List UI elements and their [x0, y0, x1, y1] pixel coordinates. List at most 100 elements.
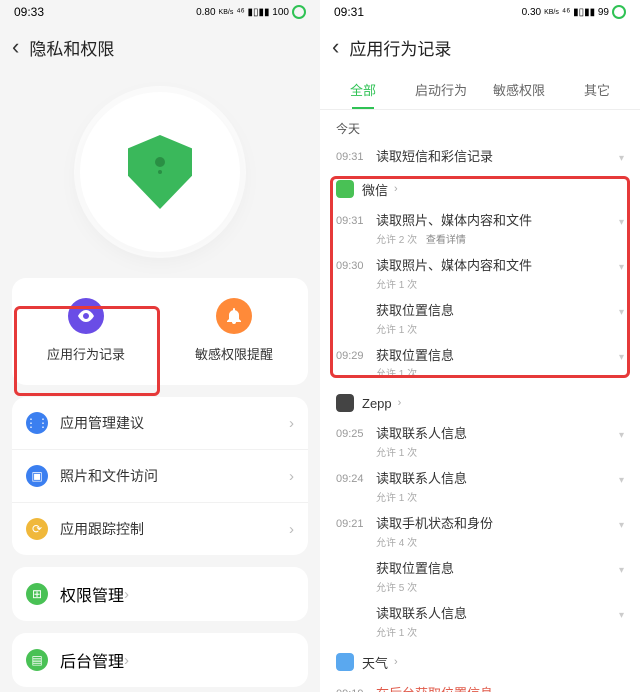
log-time: 09:29 — [336, 348, 376, 362]
section-today: 今天 — [320, 110, 640, 143]
log-time — [336, 561, 376, 563]
row-permission-mgmt[interactable]: ⊞ 权限管理 › — [12, 567, 308, 621]
log-entry[interactable]: 获取位置信息 允许 1 次 ▾ — [320, 297, 640, 342]
log-entry[interactable]: 获取位置信息 允许 5 次 ▾ — [320, 555, 640, 600]
log-list[interactable]: 今天09:31 读取短信和彩信记录 ▾ 微信 ›09:31 读取照片、媒体内容和… — [320, 110, 640, 692]
log-time: 09:21 — [336, 516, 376, 530]
row-app-tracking[interactable]: ⟳ 应用跟踪控制 › — [12, 502, 308, 555]
log-sub: 允许 1 次 — [376, 444, 619, 459]
bell-icon — [216, 298, 252, 334]
log-time — [336, 303, 376, 305]
log-sub: 允许 1 次 — [376, 624, 619, 639]
clock: 09:33 — [14, 5, 44, 19]
log-title: 读取手机状态和身份 — [376, 516, 619, 533]
log-title: 在后台获取位置信息 — [376, 686, 619, 692]
chevron-down-icon: ▾ — [619, 303, 624, 318]
chevron-down-icon: ▾ — [619, 471, 624, 486]
log-title: 读取照片、媒体内容和文件 — [376, 213, 619, 230]
log-entry[interactable]: 09:21 读取手机状态和身份 允许 4 次 ▾ — [320, 510, 640, 555]
chevron-right-icon: › — [124, 586, 129, 603]
tab-launch[interactable]: 启动行为 — [402, 70, 480, 109]
page-title: 隐私和权限 — [29, 35, 114, 60]
chevron-right-icon: › — [289, 521, 294, 538]
log-title: 获取位置信息 — [376, 561, 619, 578]
grid-icon: ⊞ — [26, 583, 48, 605]
log-sub: 允许 2 次 查看详情 — [376, 231, 619, 246]
app-icon — [336, 180, 354, 198]
sensitive-permission-alert[interactable]: 敏感权限提醒 — [160, 298, 308, 363]
log-time — [336, 606, 376, 608]
log-entry[interactable]: 09:19 在后台获取位置信息 ▾ — [320, 680, 640, 692]
row-background-mgmt[interactable]: ▤ 后台管理 › — [12, 633, 308, 687]
log-title: 获取位置信息 — [376, 303, 619, 320]
app-icon — [336, 394, 354, 412]
log-sub: 允许 1 次 — [376, 276, 619, 291]
chevron-down-icon: ▾ — [619, 348, 624, 363]
tab-bar: 全部 启动行为 敏感权限 其它 — [320, 70, 640, 110]
app-group-header[interactable]: Zepp › — [320, 386, 640, 420]
log-entry[interactable]: 09:24 读取联系人信息 允许 1 次 ▾ — [320, 465, 640, 510]
log-entry[interactable]: 09:31 读取短信和彩信记录 ▾ — [320, 143, 640, 172]
page-header: ‹ 隐私和权限 — [0, 24, 320, 70]
layers-icon: ▤ — [26, 649, 48, 671]
log-time: 09:31 — [336, 213, 376, 227]
chevron-right-icon: › — [398, 397, 402, 409]
battery-ring-icon — [292, 5, 306, 19]
app-name: 微信 — [362, 180, 388, 199]
battery-ring-icon — [612, 5, 626, 19]
log-title: 读取短信和彩信记录 — [376, 149, 619, 166]
chevron-down-icon: ▾ — [619, 426, 624, 441]
chevron-down-icon: ▾ — [619, 606, 624, 621]
chevron-right-icon: › — [289, 468, 294, 485]
log-sub: 允许 1 次 — [376, 365, 619, 380]
page-title: 应用行为记录 — [349, 35, 451, 60]
log-entry[interactable]: 09:25 读取联系人信息 允许 1 次 ▾ — [320, 420, 640, 465]
log-title: 读取联系人信息 — [376, 606, 619, 623]
tab-sensitive[interactable]: 敏感权限 — [480, 70, 558, 109]
image-icon: ▣ — [26, 465, 48, 487]
chevron-right-icon: › — [289, 415, 294, 432]
log-time: 09:24 — [336, 471, 376, 485]
app-behavior-record[interactable]: 应用行为记录 — [12, 298, 160, 363]
tab-all[interactable]: 全部 — [324, 70, 402, 109]
log-entry[interactable]: 09:30 读取照片、媒体内容和文件 允许 1 次 ▾ — [320, 252, 640, 297]
app-name: Zepp — [362, 396, 392, 411]
app-name: 天气 — [362, 653, 388, 672]
log-sub: 允许 4 次 — [376, 534, 619, 549]
log-time: 09:25 — [336, 426, 376, 440]
chevron-down-icon: ▾ — [619, 213, 624, 228]
back-icon[interactable]: ‹ — [12, 34, 19, 60]
status-bar: 09:33 0.80 KB/s ⁴⁶ ▮▯▮▮ 100 — [0, 0, 320, 24]
app-group-header[interactable]: 微信 › — [320, 172, 640, 207]
log-entry[interactable]: 09:31 读取照片、媒体内容和文件 允许 2 次 查看详情 ▾ — [320, 207, 640, 252]
log-title: 获取位置信息 — [376, 348, 619, 365]
log-entry[interactable]: 读取联系人信息 允许 1 次 ▾ — [320, 600, 640, 645]
log-title: 读取联系人信息 — [376, 426, 619, 443]
back-icon[interactable]: ‹ — [332, 34, 339, 60]
chevron-right-icon: › — [394, 183, 398, 195]
feature-card: 应用行为记录 敏感权限提醒 — [12, 278, 308, 385]
page-header: ‹ 应用行为记录 — [320, 24, 640, 70]
chevron-down-icon: ▾ — [619, 149, 624, 164]
shield-hero — [0, 70, 320, 278]
shield-icon — [128, 135, 192, 209]
app-icon — [336, 653, 354, 671]
tab-other[interactable]: 其它 — [558, 70, 636, 109]
row-photo-file-access[interactable]: ▣ 照片和文件访问 › — [12, 449, 308, 502]
row-app-suggestions[interactable]: ⋮⋮ 应用管理建议 › — [12, 397, 308, 449]
chevron-down-icon: ▾ — [619, 686, 624, 692]
status-bar: 09:31 0.30 KB/s ⁴⁶ ▮▯▮▮ 99 — [320, 0, 640, 24]
suggest-icon: ⋮⋮ — [26, 412, 48, 434]
clock: 09:31 — [334, 5, 364, 19]
log-time: 09:19 — [336, 686, 376, 692]
app-group-header[interactable]: 天气 › — [320, 645, 640, 680]
chevron-down-icon: ▾ — [619, 561, 624, 576]
detail-link[interactable]: 查看详情 — [426, 235, 466, 246]
log-time: 09:31 — [336, 149, 376, 163]
log-time: 09:30 — [336, 258, 376, 272]
log-sub: 允许 5 次 — [376, 579, 619, 594]
eye-icon — [68, 298, 104, 334]
chevron-down-icon: ▾ — [619, 258, 624, 273]
log-entry[interactable]: 09:29 获取位置信息 允许 1 次 ▾ — [320, 342, 640, 387]
chevron-right-icon: › — [124, 652, 129, 669]
